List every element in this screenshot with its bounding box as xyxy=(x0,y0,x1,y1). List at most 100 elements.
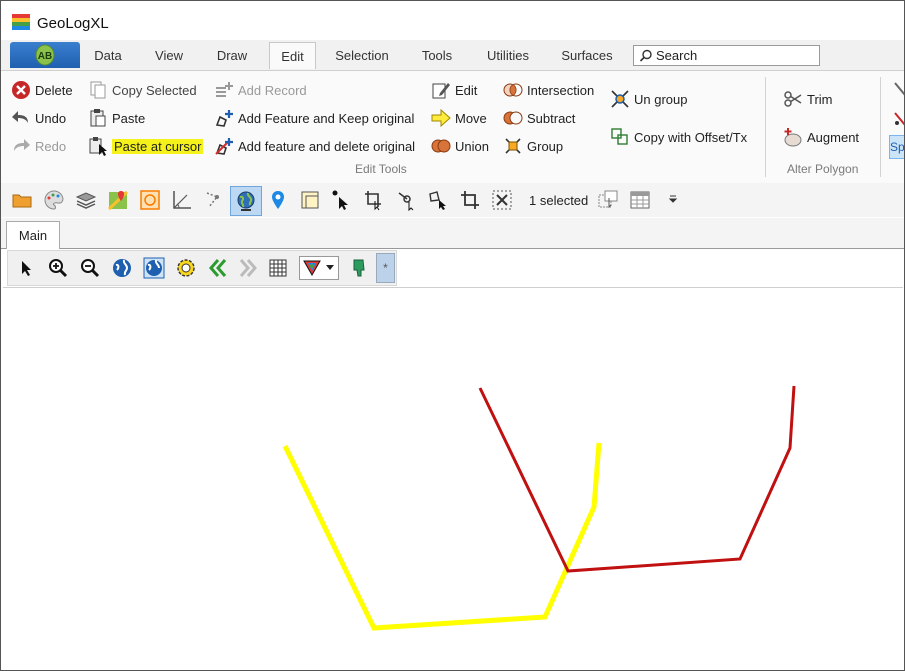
augment-icon xyxy=(784,128,802,147)
zoom-to-selection-icon[interactable] xyxy=(597,189,619,211)
paste-at-cursor-button[interactable]: Paste at cursor xyxy=(88,135,204,157)
redo-icon xyxy=(14,139,30,151)
tab-data[interactable]: Data xyxy=(85,42,131,68)
trim-button[interactable]: Trim xyxy=(783,88,833,110)
delete-icon xyxy=(12,81,30,99)
clear-selection-icon[interactable] xyxy=(491,189,513,211)
zoom-out-icon[interactable] xyxy=(79,257,101,279)
tab-surfaces[interactable]: Surfaces xyxy=(554,42,620,68)
copy-offset-label: Copy with Offset/Tx xyxy=(634,129,748,145)
group-icon xyxy=(505,138,521,154)
copy-offset-icon xyxy=(611,128,628,145)
paste-cursor-icon xyxy=(89,137,107,156)
tab-utilities[interactable]: Utilities xyxy=(477,42,539,68)
app-logo-icon xyxy=(12,14,30,30)
dropdown-chevron-icon xyxy=(326,265,334,270)
document-tabs: Main xyxy=(1,218,904,249)
add-record-button[interactable]: Add Record xyxy=(214,79,307,101)
delete-button[interactable]: Delete xyxy=(11,79,73,101)
intersection-button[interactable]: Intersection xyxy=(503,79,594,101)
full-extent-globe-icon[interactable] xyxy=(111,257,133,279)
add-feature-delete-button[interactable]: Add feature and delete original xyxy=(214,135,415,157)
subtract-label: Subtract xyxy=(527,110,576,126)
main-toolbar: 1 selected xyxy=(1,183,904,217)
image-icon[interactable] xyxy=(139,189,161,211)
marker-icon[interactable] xyxy=(348,257,370,279)
crop-select-icon[interactable] xyxy=(363,189,385,211)
map-canvas[interactable] xyxy=(3,287,903,670)
cut-off-button[interactable]: Sp xyxy=(889,135,904,159)
augment-button[interactable]: Augment xyxy=(783,126,859,148)
table-icon[interactable] xyxy=(629,189,651,211)
selection-count: 1 selected xyxy=(529,193,589,208)
union-button[interactable]: Union xyxy=(431,135,489,157)
zoom-globe-icon[interactable] xyxy=(143,257,165,279)
next-extent-icon[interactable] xyxy=(237,257,259,279)
add-feature-keep-button[interactable]: Add Feature and Keep original xyxy=(214,107,414,129)
union-icon xyxy=(431,139,451,153)
settings-gear-icon[interactable] xyxy=(175,257,197,279)
layer-button[interactable]: * xyxy=(376,253,395,283)
redo-button[interactable]: Redo xyxy=(11,135,66,157)
map-toolbar: * xyxy=(7,250,397,286)
tab-tools[interactable]: Tools xyxy=(411,42,463,68)
search-icon xyxy=(639,49,652,62)
tab-view[interactable]: View xyxy=(146,42,192,68)
edit-button[interactable]: Edit xyxy=(431,79,477,101)
cut-tool-icon-2 xyxy=(894,112,904,126)
zoom-in-icon[interactable] xyxy=(47,257,69,279)
move-label: Move xyxy=(455,110,487,126)
copy-offset-button[interactable]: Copy with Offset/Tx xyxy=(610,126,747,148)
previous-extent-icon[interactable] xyxy=(207,257,229,279)
edit-icon xyxy=(432,83,450,99)
search-placeholder: Search xyxy=(656,48,698,63)
red-polyline[interactable] xyxy=(478,385,796,573)
tab-edit[interactable]: Edit xyxy=(269,42,316,69)
layers-icon[interactable] xyxy=(75,189,97,211)
angle-measure-icon[interactable] xyxy=(171,189,193,211)
copy-selected-button[interactable]: Copy Selected xyxy=(88,79,197,101)
ribbon-panel: Delete Undo Redo Copy Selected Paste Pas… xyxy=(1,70,904,184)
group-label: Group xyxy=(527,138,564,154)
undo-icon xyxy=(12,111,28,123)
undo-button[interactable]: Undo xyxy=(11,107,66,129)
title-bar: GeoLogXL xyxy=(1,4,904,40)
style-dropdown[interactable] xyxy=(299,256,339,280)
digitize-icon[interactable] xyxy=(203,189,225,211)
node-select-icon[interactable] xyxy=(395,189,417,211)
select-arrow-icon[interactable] xyxy=(331,189,353,211)
app-menu-button[interactable]: AB xyxy=(10,42,80,68)
paste-icon xyxy=(90,109,106,127)
paste-label: Paste xyxy=(112,110,146,126)
vertex-select-icon[interactable] xyxy=(427,189,449,211)
copy-selected-label: Copy Selected xyxy=(112,82,197,98)
tab-selection[interactable]: Selection xyxy=(327,42,397,68)
tab-main[interactable]: Main xyxy=(6,221,60,249)
select-box-icon[interactable] xyxy=(299,189,321,211)
app-menu-badge: AB xyxy=(38,51,52,62)
location-pin-icon[interactable] xyxy=(267,189,289,211)
add-record-label: Add Record xyxy=(238,82,307,98)
pointer-icon[interactable] xyxy=(16,257,38,279)
open-folder-icon[interactable] xyxy=(11,189,33,211)
augment-label: Augment xyxy=(807,129,860,145)
globe-button[interactable] xyxy=(230,186,262,216)
alter-polygon-group-label: Alter Polygon xyxy=(787,162,859,176)
tab-draw[interactable]: Draw xyxy=(208,42,256,68)
move-arrow-icon xyxy=(431,108,451,128)
app-window: GeoLogXL AB Data View Draw Edit Selectio… xyxy=(0,0,905,671)
ungroup-button[interactable]: Un group xyxy=(610,88,687,110)
palette-icon[interactable] xyxy=(43,189,65,211)
crop-icon[interactable] xyxy=(459,189,481,211)
grid-icon[interactable] xyxy=(267,257,289,279)
google-maps-icon[interactable] xyxy=(107,189,129,211)
move-button[interactable]: Move xyxy=(431,107,487,129)
ungroup-icon xyxy=(611,90,629,108)
search-input[interactable]: Search xyxy=(633,45,820,66)
subtract-button[interactable]: Subtract xyxy=(503,107,575,129)
toolbar-overflow-icon[interactable] xyxy=(669,195,677,205)
intersection-icon xyxy=(503,83,523,97)
paste-button[interactable]: Paste xyxy=(88,107,145,129)
add-record-icon xyxy=(216,82,233,97)
group-button[interactable]: Group xyxy=(503,135,563,157)
